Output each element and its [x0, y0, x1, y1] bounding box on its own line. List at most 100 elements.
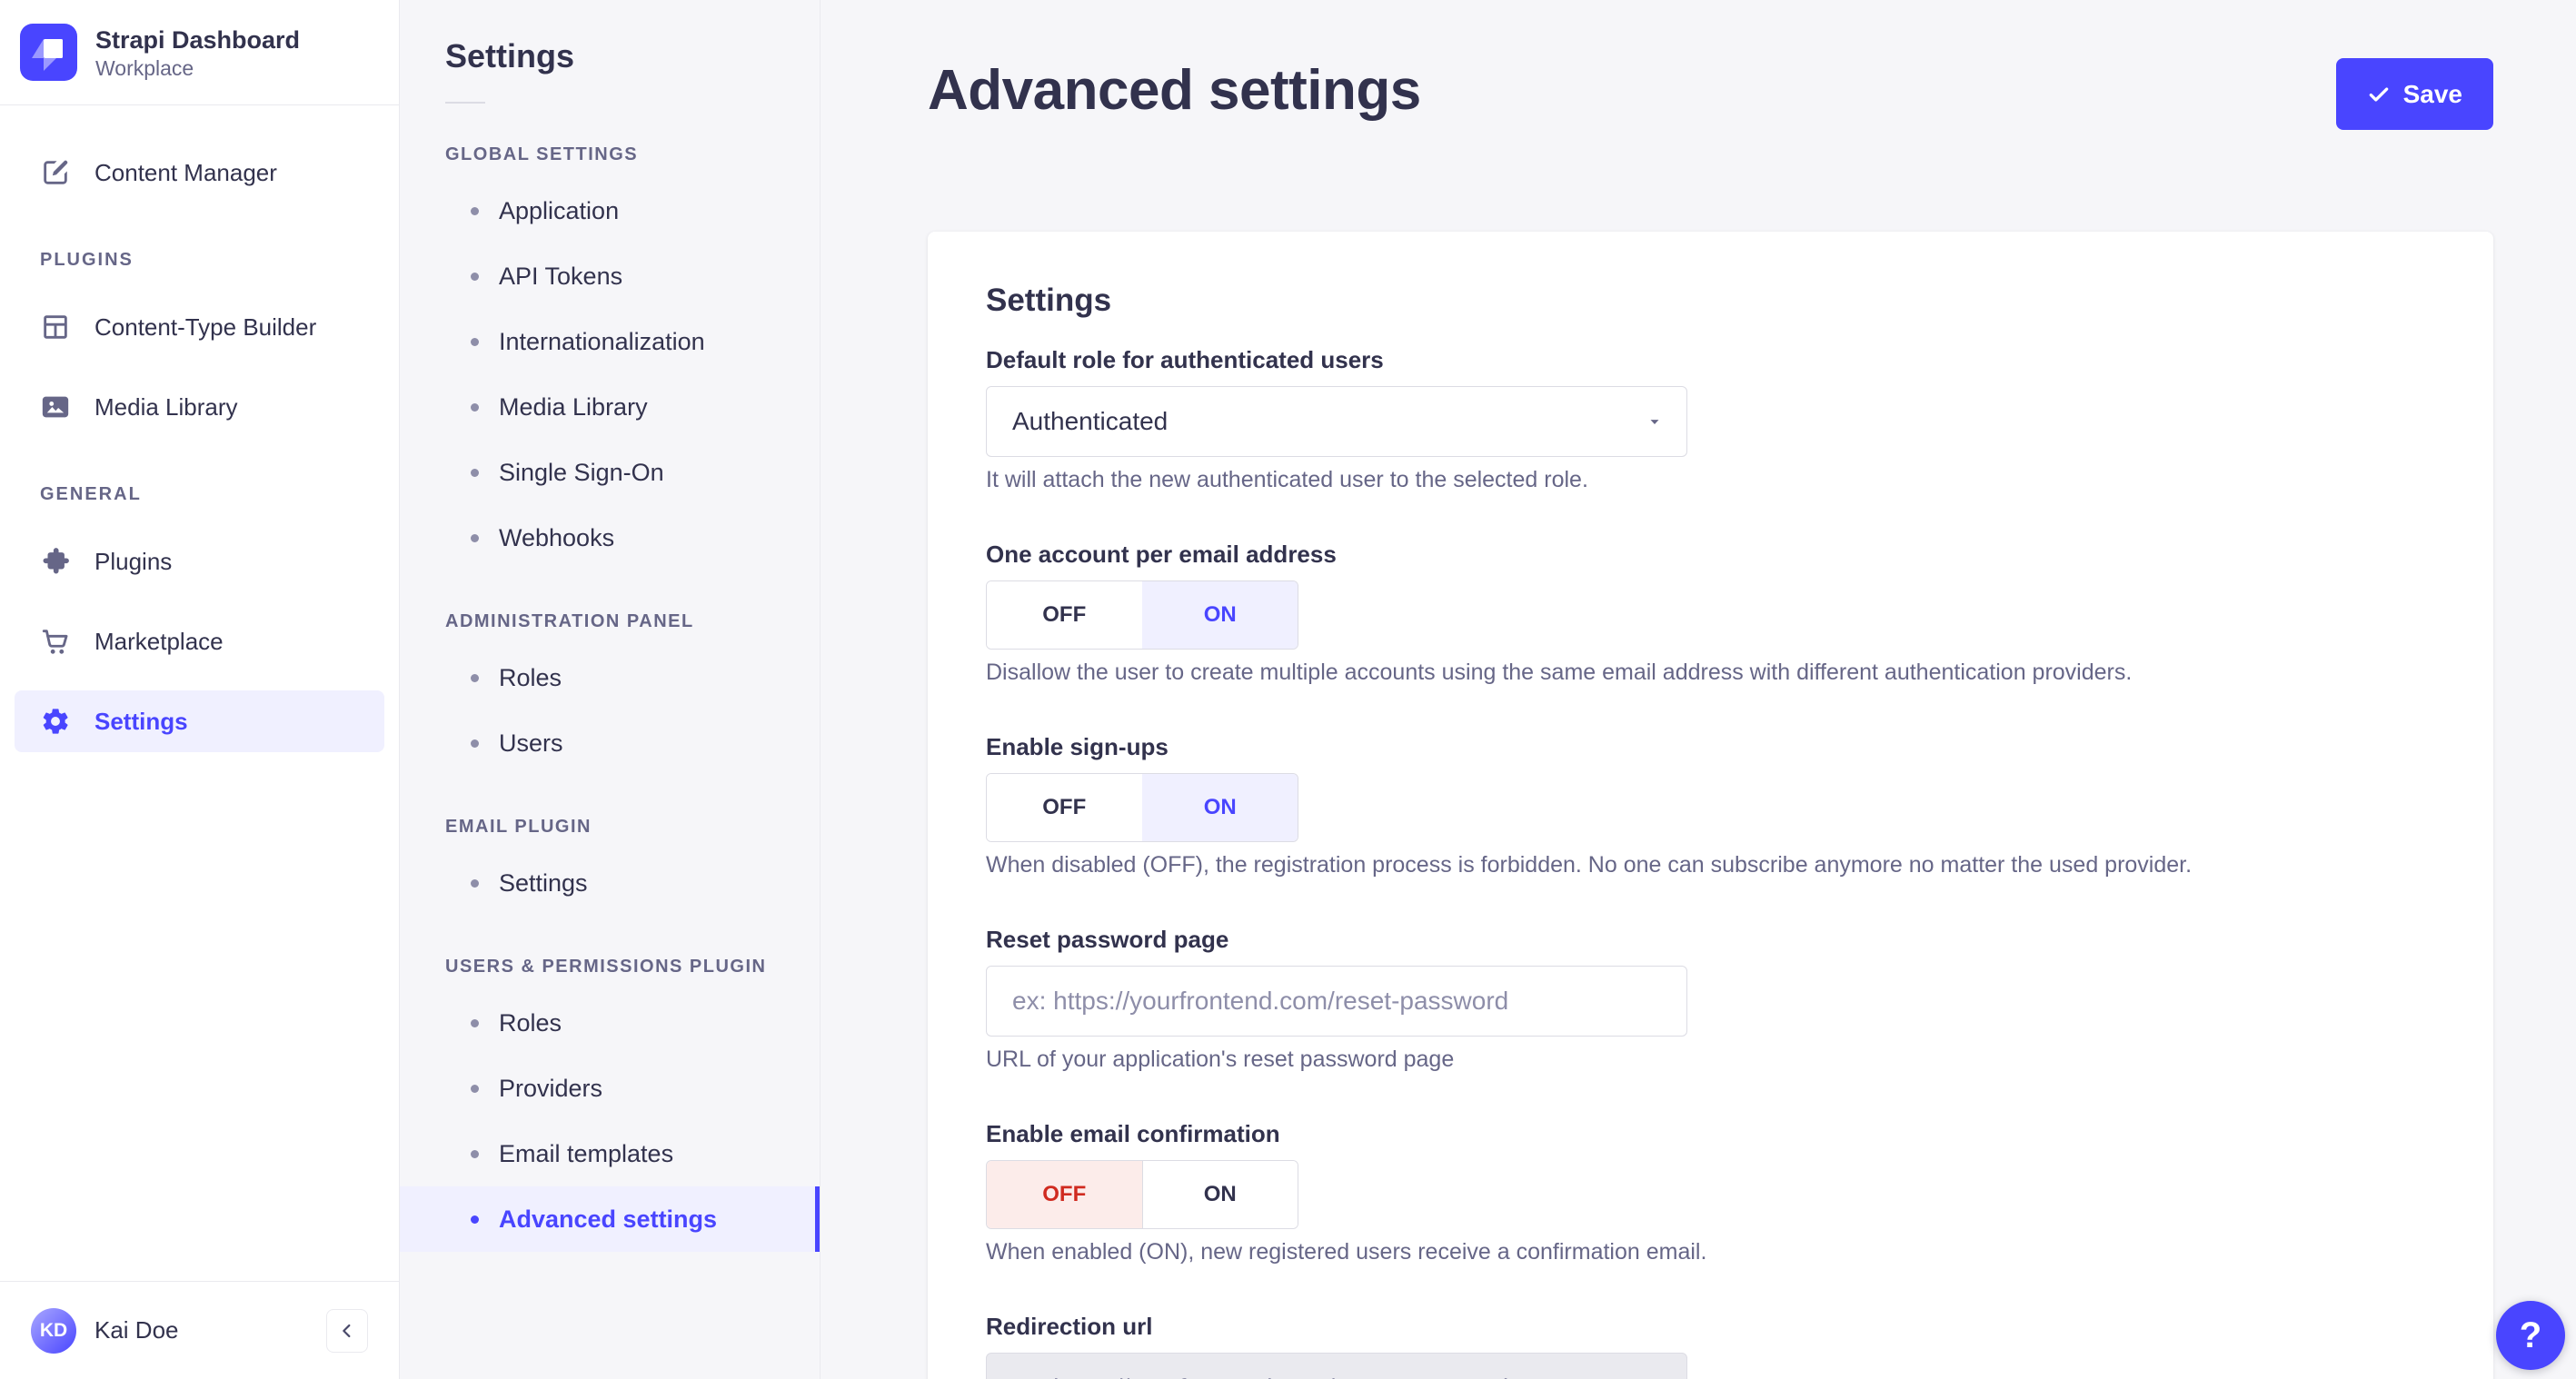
subnav-item-email-templates[interactable]: Email templates	[400, 1121, 820, 1186]
save-button[interactable]: Save	[2335, 58, 2493, 130]
picture-icon	[40, 392, 71, 422]
subnav-item-label: Roles	[499, 1008, 562, 1037]
select-value: Authenticated	[1012, 407, 1169, 435]
subnav-item-admin-users[interactable]: Users	[400, 710, 820, 776]
subnav-section-global-settings: GLOBAL SETTINGS	[445, 144, 639, 164]
sidebar-item-label: Plugins	[94, 547, 173, 575]
email-confirmation-toggle-on[interactable]: ON	[1141, 1161, 1298, 1228]
sign-ups-toggle-off[interactable]: OFF	[987, 774, 1142, 841]
subnav-item-single-sign-on[interactable]: Single Sign-On	[400, 440, 820, 505]
field-email-confirmation: Enable email confirmation OFF ON When en…	[986, 1118, 2435, 1265]
field-label: Default role for authenticated users	[986, 346, 1384, 373]
subnav-item-label: Internationalization	[499, 327, 705, 355]
bullet-icon	[471, 739, 479, 748]
sign-ups-toggle: OFF ON	[986, 773, 1298, 842]
redirection-url-input	[986, 1353, 1687, 1379]
bullet-icon	[471, 402, 479, 412]
subnav-item-providers[interactable]: Providers	[400, 1056, 820, 1121]
bullet-icon	[471, 206, 479, 215]
sidebar-item-label: Content Manager	[94, 158, 277, 186]
subnav-section-users-permissions-plugin: USERS & PERMISSIONS PLUGIN	[445, 957, 767, 977]
bullet-icon	[471, 1215, 479, 1224]
subnav-item-email-settings[interactable]: Settings	[400, 850, 820, 916]
check-icon	[2367, 83, 2391, 106]
field-reset-password: Reset password page URL of your applicat…	[986, 924, 2435, 1073]
help-button[interactable]: ?	[2496, 1301, 2565, 1370]
field-hint: It will attach the new authenticated use…	[986, 467, 1588, 492]
email-confirmation-toggle: OFF ON	[986, 1160, 1298, 1229]
field-label: Reset password page	[986, 926, 1229, 953]
main-content: Advanced settings Save Settings Default …	[821, 0, 2576, 1379]
sign-ups-toggle-on[interactable]: ON	[1141, 774, 1298, 841]
page-title: Advanced settings	[928, 59, 1421, 122]
default-role-select[interactable]: Authenticated	[986, 386, 1687, 457]
bullet-icon	[471, 1084, 479, 1093]
brand-text: Strapi Dashboard Workplace	[95, 25, 300, 81]
subnav-item-application[interactable]: Application	[400, 178, 820, 243]
bullet-icon	[471, 337, 479, 346]
gear-icon	[40, 706, 71, 737]
subnav-item-api-tokens[interactable]: API Tokens	[400, 243, 820, 309]
sidebar-item-label: Marketplace	[94, 627, 224, 655]
caret-down-icon	[1646, 413, 1663, 430]
field-label: One account per email address	[986, 541, 1337, 568]
one-account-toggle: OFF ON	[986, 580, 1298, 650]
puzzle-icon	[40, 546, 71, 577]
settings-subnav: Settings GLOBAL SETTINGS Application API…	[400, 0, 821, 1379]
subnav-item-label: Settings	[499, 868, 588, 897]
sidebar-item-settings[interactable]: Settings	[15, 690, 384, 752]
page-header: Advanced settings Save	[928, 0, 2493, 130]
pen-icon	[40, 157, 71, 188]
subnav-item-advanced-settings[interactable]: Advanced settings	[400, 1186, 820, 1252]
sidebar-item-label: Media Library	[94, 392, 238, 421]
field-redirection-url: Redirection url	[986, 1311, 2435, 1379]
subnav-item-label: API Tokens	[499, 262, 623, 290]
sidebar-item-media-library[interactable]: Media Library	[0, 367, 399, 447]
workspace-switcher[interactable]: Strapi Dashboard Workplace	[0, 0, 399, 105]
strapi-logo-icon	[20, 24, 77, 81]
sidebar-section-plugins: PLUGINS	[40, 250, 134, 270]
field-default-role: Default role for authenticated users Aut…	[986, 344, 2435, 493]
subnav-item-label: Webhooks	[499, 523, 615, 551]
workspace-name: Workplace	[95, 55, 194, 80]
chevron-left-icon	[337, 1321, 357, 1341]
subnav-item-media-library[interactable]: Media Library	[400, 374, 820, 440]
user-menu[interactable]: KD Kai Doe	[31, 1307, 308, 1354]
sidebar-item-plugins[interactable]: Plugins	[0, 521, 399, 601]
email-confirmation-toggle-off[interactable]: OFF	[987, 1161, 1142, 1228]
subnav-item-label: Providers	[499, 1074, 603, 1102]
sidebar-footer: KD Kai Doe	[0, 1281, 399, 1379]
sidebar-item-content-manager[interactable]: Content Manager	[0, 133, 399, 213]
subnav-item-label: Media Library	[499, 392, 648, 421]
subnav-section-email-plugin: EMAIL PLUGIN	[445, 817, 592, 837]
subnav-item-label: Email templates	[499, 1139, 674, 1167]
strapi-admin-app: Strapi Dashboard Workplace Content Manag…	[0, 0, 2576, 1379]
field-sign-ups: Enable sign-ups OFF ON When disabled (OF…	[986, 731, 2435, 878]
subnav-item-label: Single Sign-On	[499, 458, 664, 486]
subnav-divider	[445, 102, 485, 104]
subnav-item-label: Users	[499, 729, 563, 757]
subnav-item-internationalization[interactable]: Internationalization	[400, 309, 820, 374]
bullet-icon	[471, 272, 479, 281]
bullet-icon	[471, 1018, 479, 1027]
collapse-sidebar-button[interactable]	[326, 1308, 368, 1353]
subnav-item-label: Application	[499, 196, 620, 224]
sidebar-item-content-type-builder[interactable]: Content-Type Builder	[0, 287, 399, 367]
field-label: Enable email confirmation	[986, 1120, 1280, 1147]
bullet-icon	[471, 878, 479, 888]
sidebar-item-marketplace[interactable]: Marketplace	[0, 601, 399, 681]
one-account-toggle-on[interactable]: ON	[1141, 581, 1298, 649]
one-account-toggle-off[interactable]: OFF	[987, 581, 1142, 649]
settings-card: Settings Default role for authenticated …	[928, 232, 2493, 1379]
bullet-icon	[471, 673, 479, 682]
sidebar-section-general: GENERAL	[40, 484, 142, 504]
reset-password-input[interactable]	[986, 966, 1687, 1037]
subnav-item-admin-roles[interactable]: Roles	[400, 645, 820, 710]
subnav-item-webhooks[interactable]: Webhooks	[400, 505, 820, 570]
field-label: Redirection url	[986, 1313, 1153, 1340]
cart-icon	[40, 626, 71, 657]
field-one-account: One account per email address OFF ON Dis…	[986, 539, 2435, 686]
subnav-item-up-roles[interactable]: Roles	[400, 990, 820, 1056]
avatar: KD	[31, 1307, 76, 1354]
card-title: Settings	[986, 283, 1112, 318]
